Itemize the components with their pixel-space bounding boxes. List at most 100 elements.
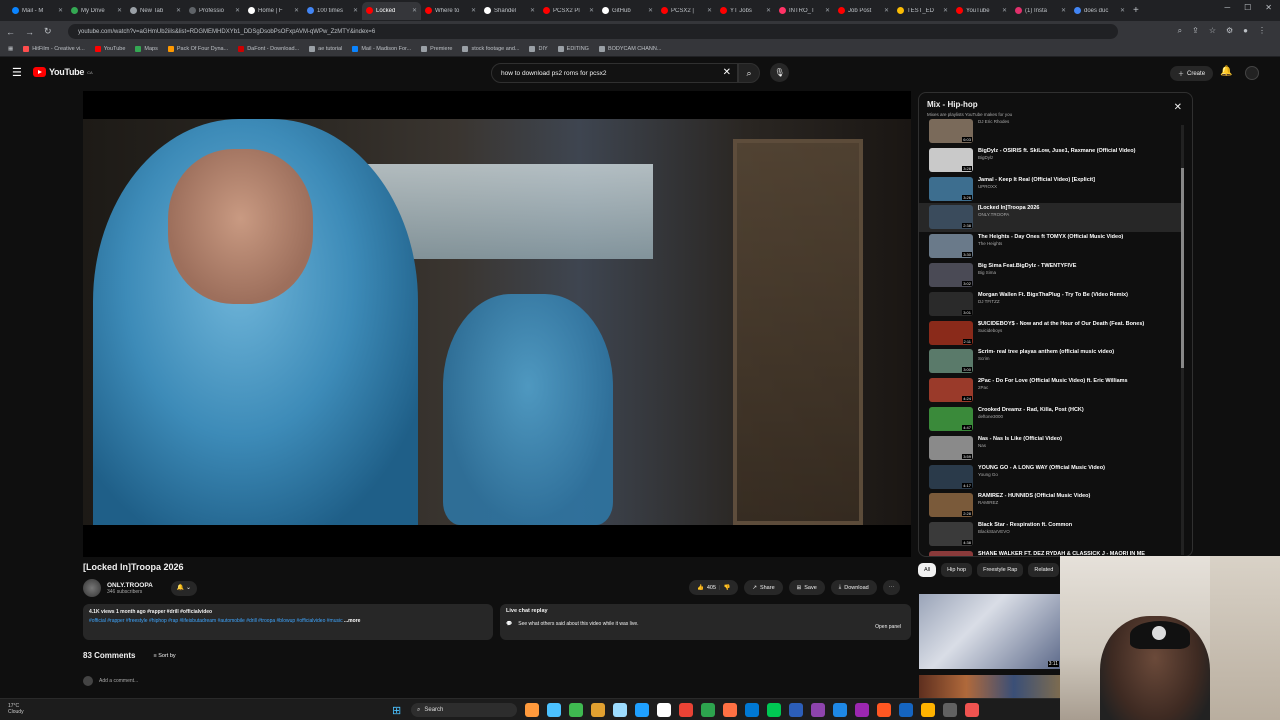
bookmark-item[interactable]: BODYCAM CHANN... [598,46,661,52]
search-input[interactable]: how to download ps2 roms for pcsx2 ✕ [491,63,738,83]
browser-tab[interactable]: (1) Insta ✕ [1011,2,1070,20]
taskbar-app-icon[interactable] [635,703,649,717]
taskbar-app-icon[interactable] [899,703,913,717]
browser-tab[interactable]: INTRO_T ✕ [775,2,834,20]
tab-close-icon[interactable]: ✕ [943,7,948,14]
close-playlist-icon[interactable]: ✕ [1174,102,1182,113]
taskbar-app-icon[interactable] [943,703,957,717]
add-comment-input[interactable]: Add a comment... [99,678,138,684]
show-more-link[interactable]: ...more [344,618,360,624]
tab-close-icon[interactable]: ✕ [884,7,889,14]
taskbar-app-icon[interactable] [877,703,891,717]
recommended-video-thumbnail[interactable]: 3:11 [919,594,1061,669]
more-actions-button[interactable]: ⋯ [882,580,901,595]
taskbar-app-icon[interactable] [569,703,583,717]
tab-close-icon[interactable]: ✕ [471,7,476,14]
bookmark-item[interactable]: Premiere [421,46,452,52]
open-panel-button[interactable]: Open panel [875,624,901,630]
tab-close-icon[interactable]: ✕ [235,7,240,14]
playlist-item[interactable]: 4:17 YOUNG GO - A LONG WAY (Official Musi… [919,463,1181,492]
bookmark-item[interactable]: DaFont - Download... [238,46,299,52]
browser-tab[interactable]: PCSX2 | ✕ [657,2,716,20]
playlist-scroll-thumb[interactable] [1181,168,1184,368]
playlist-item[interactable]: 3:01 Morgan Wallen Ft. BigxThaPlug - Try … [919,290,1181,319]
browser-tab[interactable]: GitHub ✕ [598,2,657,20]
create-button[interactable]: ＋ Create [1170,66,1214,81]
tab-close-icon[interactable]: ✕ [589,7,594,14]
zoom-icon[interactable]: ⌕ [1178,26,1182,36]
menu-dots-icon[interactable]: ⋮ [1258,26,1266,36]
bookmark-item[interactable]: Maps [135,46,158,52]
filter-chip[interactable]: Freestyle Rap [977,563,1024,577]
tab-close-icon[interactable]: ✕ [176,7,181,14]
save-button[interactable]: ⊞ Save [788,580,825,595]
playlist-item[interactable]: 3:59 Nas - Nas Is Like (Official Video) Na… [919,434,1181,463]
taskbar-app-icon[interactable] [789,703,803,717]
filter-chip[interactable]: Hip hop [941,563,973,577]
voice-search-button[interactable]: 🎙 [770,63,789,82]
playlist-item-current[interactable]: 2:38 [Locked In]Troopa 2026 ONLY.TROOPA [919,203,1181,233]
taskbar-app-icon[interactable] [855,703,869,717]
tab-close-icon[interactable]: ✕ [1002,7,1007,14]
tab-close-icon[interactable]: ✕ [825,7,830,14]
taskbar-app-icon[interactable] [591,703,605,717]
like-dislike-button[interactable]: 👍 405 | 👎 [689,580,739,595]
youtube-logo[interactable]: YouTube CA [33,67,93,77]
browser-tab[interactable]: Mail - M ✕ [8,2,67,20]
taskbar-app-icon[interactable] [811,703,825,717]
playlist-item[interactable]: 4:47 Crooked Dreamz - Rad, Killa, Post (H… [919,405,1181,434]
channel-avatar[interactable] [83,579,101,597]
taskbar-app-icon[interactable] [965,703,979,717]
back-icon[interactable]: ← [6,27,15,37]
browser-tab[interactable]: Locked ✕ [362,1,421,20]
hamburger-menu-icon[interactable]: ☰ [12,66,22,79]
taskbar-app-icon[interactable] [613,703,627,717]
filter-chip[interactable]: Related [1028,563,1060,577]
address-bar[interactable]: youtube.com/watch?v=aGHmUb2iils&list=RDG… [68,24,1118,39]
star-icon[interactable]: ☆ [1209,26,1216,36]
tab-close-icon[interactable]: ✕ [1120,7,1125,14]
browser-tab[interactable]: My Drive ✕ [67,2,126,20]
browser-tab[interactable]: New Tab ✕ [126,2,185,20]
share-icon[interactable]: ⇪ [1192,26,1199,36]
browser-tab[interactable]: YouTube ✕ [952,2,1011,20]
notifications-bell-icon[interactable]: 🔔 [1220,66,1232,77]
taskbar-app-icon[interactable] [525,703,539,717]
playlist-item[interactable]: 4:38 Black Star - Respiration ft. Common B… [919,520,1181,549]
bookmark-item[interactable]: HitFilm - Creative vi... [23,46,85,52]
forward-icon[interactable]: → [25,27,34,37]
playlist-item[interactable]: 3:30 The Heights - Day Ones ft TOMYX (Off… [919,232,1181,261]
tab-close-icon[interactable]: ✕ [294,7,299,14]
tab-close-icon[interactable]: ✕ [117,7,122,14]
account-avatar[interactable] [1245,66,1259,80]
filter-chip[interactable]: All [918,563,937,577]
subscription-bell-button[interactable]: 🔔 ⌄ [170,580,197,596]
browser-tab[interactable]: Job Post ✕ [834,2,893,20]
playlist-item[interactable]: 4:24 2Pac - Do For Love (Official Music V… [919,376,1181,405]
browser-tab[interactable]: does duc ✕ [1070,2,1129,20]
minimize-icon[interactable]: ─ [1224,3,1230,12]
playlist-item[interactable]: 2:11 $UICIDEBOY$ - Now and at the Hour of… [919,319,1181,348]
description-box[interactable]: 4.1K views 1 month ago #rapper #drill #o… [83,604,493,640]
taskbar-app-icon[interactable] [723,703,737,717]
tab-close-icon[interactable]: ✕ [530,7,535,14]
browser-tab[interactable]: PCSX2 Pl ✕ [539,2,598,20]
bookmark-item[interactable]: EDITING [557,46,589,52]
tab-close-icon[interactable]: ✕ [412,7,417,14]
bookmark-item[interactable]: stock footage and... [462,46,519,52]
bookmark-item[interactable]: Mail - Madison For... [352,46,411,52]
reload-icon[interactable]: ↻ [44,26,52,37]
weather-widget[interactable]: 17°C Cloudy [8,703,24,715]
browser-tab[interactable]: Home | F ✕ [244,2,303,20]
bookmark-item[interactable]: Pack Of Four Dyna... [167,46,228,52]
playlist-item[interactable]: 3:00 Scrim- real tree playas anthem (offi… [919,347,1181,376]
video-player[interactable] [83,91,911,557]
maximize-icon[interactable]: ☐ [1244,3,1251,12]
download-button[interactable]: ⤓ Download [830,580,877,595]
taskbar-app-icon[interactable] [657,703,671,717]
hashtags-text[interactable]: #official #rapper #freestyle #hiphop #ra… [89,618,343,624]
taskbar-app-icon[interactable] [833,703,847,717]
thumbs-down-icon[interactable]: 👎 [723,585,730,591]
taskbar-app-icon[interactable] [547,703,561,717]
share-button[interactable]: ↗ Share [744,580,783,595]
